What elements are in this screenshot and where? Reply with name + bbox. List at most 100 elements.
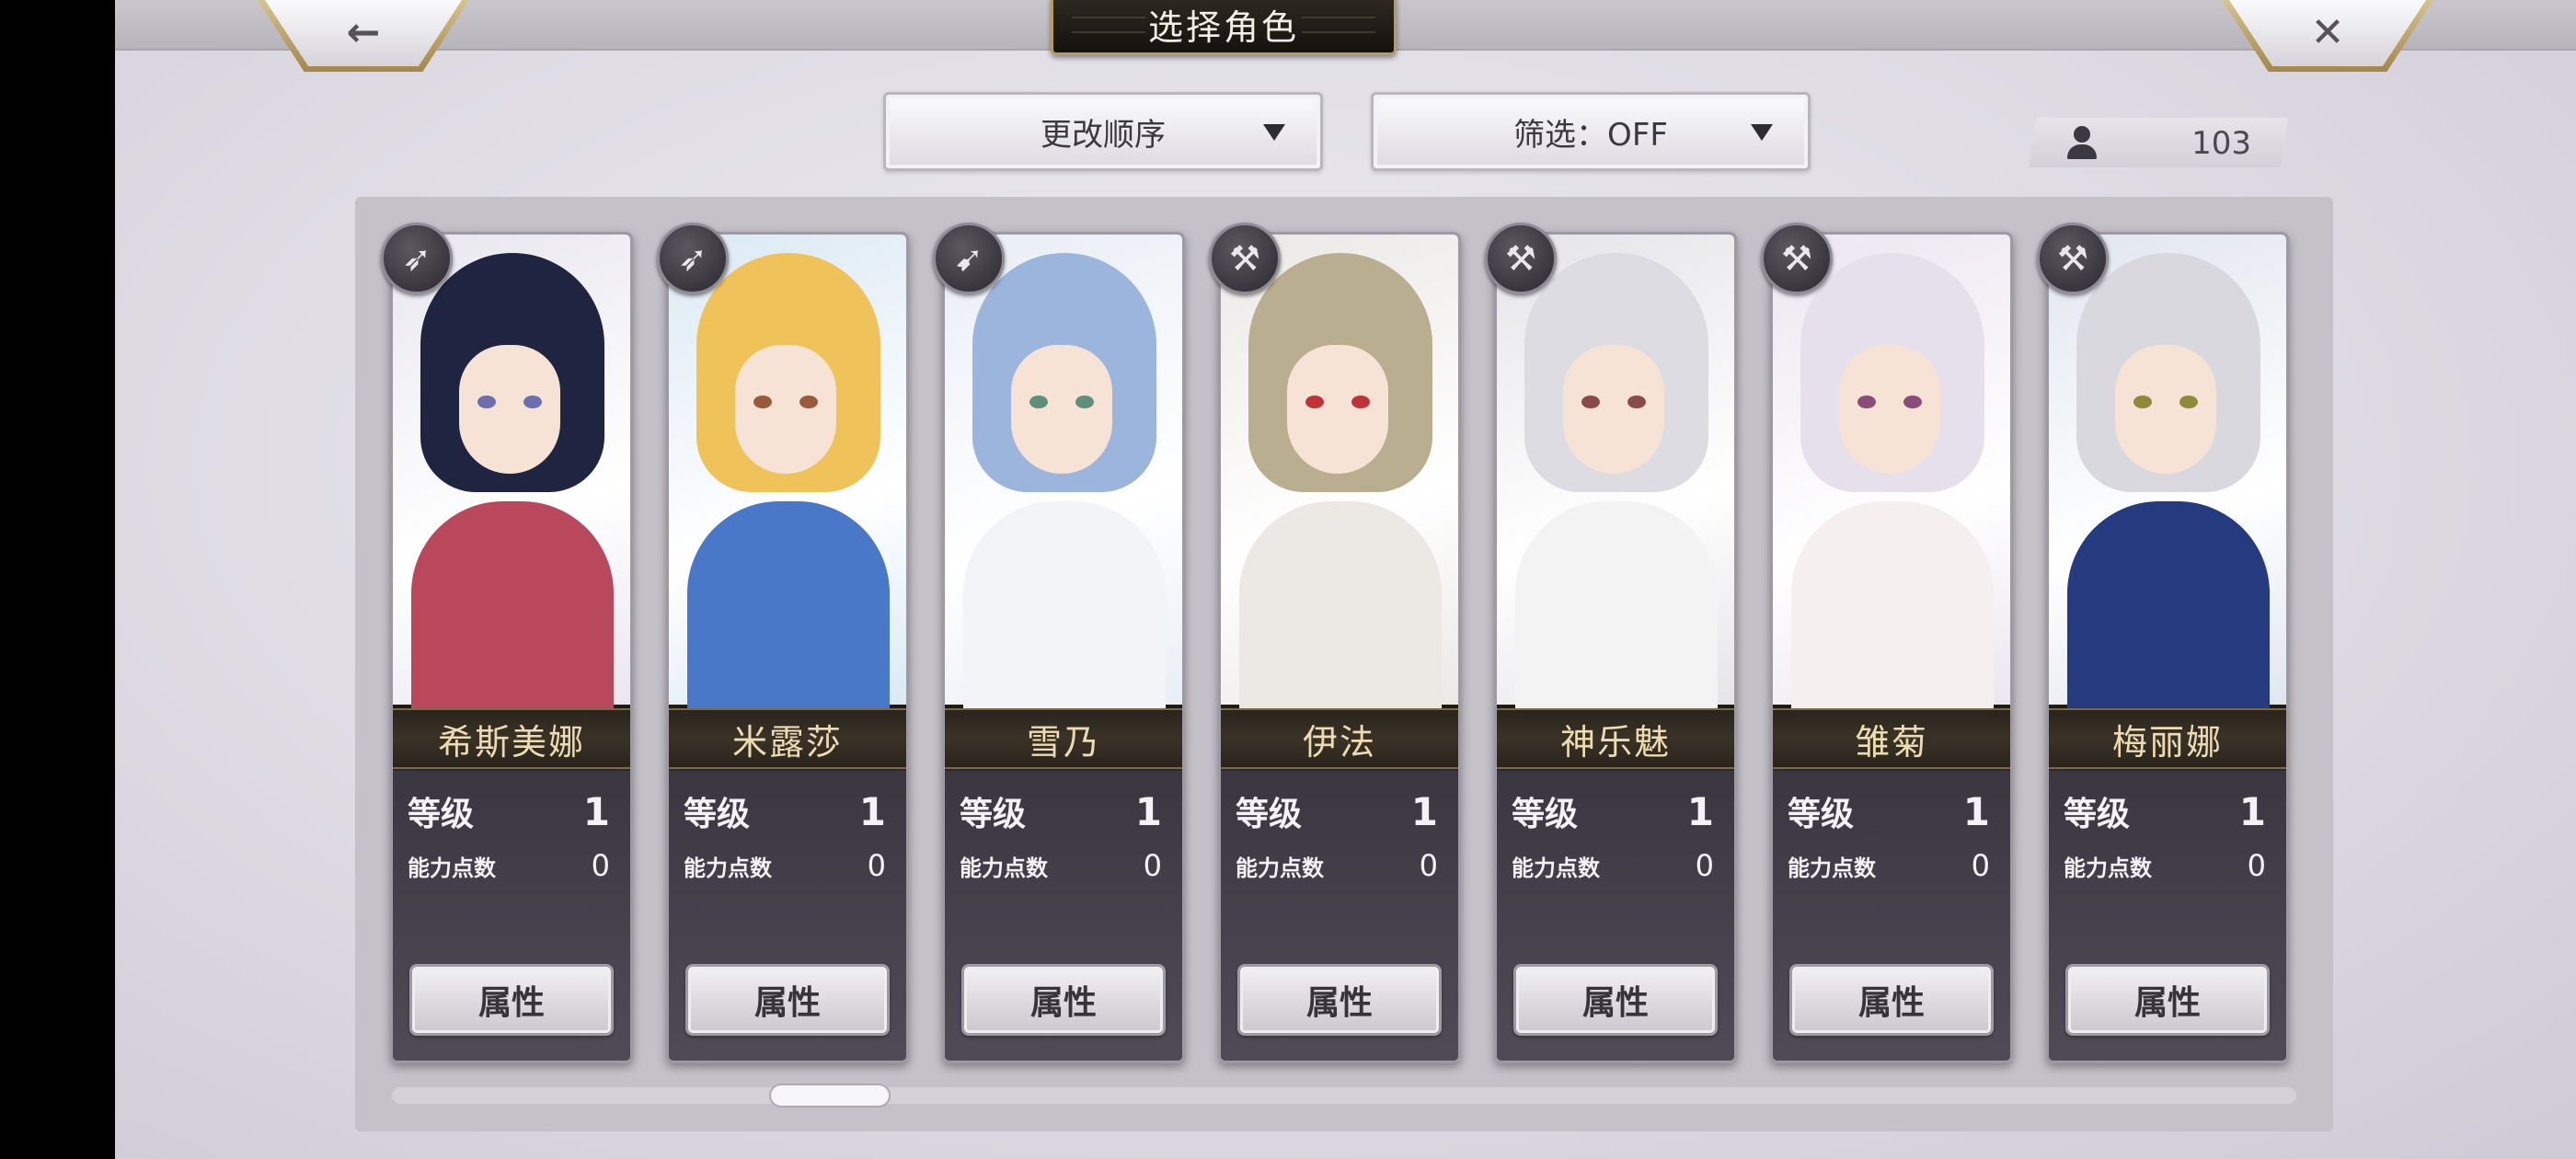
ability-points-label: 能力点数	[1512, 855, 1600, 881]
level-label: 等级	[1236, 796, 1303, 833]
filter-dropdown[interactable]: 筛选：OFF	[1371, 92, 1811, 171]
hammer-icon: ⚒	[1485, 223, 1557, 294]
character-stats: 等级 1 能力点数 0 属性	[2049, 771, 2286, 1061]
level-row: 等级 1	[684, 787, 886, 835]
character-portrait	[2049, 235, 2286, 713]
character-name: 神乐魅	[1559, 721, 1671, 763]
character-list-panel: ➶ 希斯美娜 等级 1 能力点数 0 属性 ➶ 米露莎 等级 1 能力点数 0 …	[355, 197, 2333, 1131]
level-value: 1	[858, 788, 886, 834]
character-name: 伊法	[1302, 721, 1376, 763]
hammer-icon: ⚒	[2037, 223, 2109, 294]
level-row: 等级 1	[1788, 787, 1990, 835]
character-card[interactable]: 伊法 等级 1 能力点数 0 属性	[1218, 232, 1461, 1063]
level-row: 等级 1	[408, 787, 610, 835]
attributes-button[interactable]: 属性	[2065, 964, 2270, 1036]
character-portrait	[945, 235, 1182, 713]
character-name-band: 希斯美娜	[393, 708, 630, 769]
character-card[interactable]: 梅丽娜 等级 1 能力点数 0 属性	[2046, 232, 2289, 1063]
level-value: 1	[1686, 788, 1714, 834]
back-button[interactable]: ←	[258, 0, 469, 72]
level-value: 1	[1410, 788, 1438, 834]
level-label: 等级	[1512, 796, 1579, 833]
chevron-down-icon	[1751, 124, 1773, 141]
screen-title-plate: 选择角色	[1051, 0, 1397, 55]
ability-points-value: 0	[867, 848, 886, 883]
ability-points-value: 0	[2247, 848, 2266, 883]
ability-points-label: 能力点数	[960, 855, 1048, 881]
character-stats: 等级 1 能力点数 0 属性	[393, 771, 630, 1061]
person-icon	[2065, 126, 2099, 161]
level-label: 等级	[684, 796, 751, 833]
ability-points-row: 能力点数 0	[1788, 848, 1990, 883]
level-value: 1	[582, 788, 610, 834]
sort-order-dropdown[interactable]: 更改顺序	[883, 92, 1323, 171]
level-row: 等级 1	[1236, 787, 1438, 835]
bow-icon: ➹	[933, 223, 1005, 294]
ability-points-label: 能力点数	[408, 855, 496, 881]
attributes-button-label: 属性	[1581, 984, 1649, 1022]
character-name: 米露莎	[731, 721, 843, 763]
ability-points-value: 0	[1971, 848, 1990, 883]
character-portrait	[1773, 235, 2010, 713]
ability-points-row: 能力点数 0	[408, 848, 610, 883]
close-button[interactable]: ✕	[2222, 0, 2433, 72]
ability-points-row: 能力点数 0	[1512, 848, 1714, 883]
character-name: 希斯美娜	[437, 721, 585, 763]
ability-points-label: 能力点数	[684, 855, 772, 881]
character-stats: 等级 1 能力点数 0 属性	[1773, 771, 2010, 1061]
level-row: 等级 1	[960, 787, 1162, 835]
character-portrait	[1497, 235, 1734, 713]
character-portrait	[1221, 235, 1458, 713]
character-name: 雏菊	[1854, 721, 1928, 763]
attributes-button[interactable]: 属性	[1513, 964, 1718, 1036]
character-card[interactable]: 雏菊 等级 1 能力点数 0 属性	[1770, 232, 2013, 1063]
chevron-down-icon	[1263, 124, 1285, 141]
ability-points-row: 能力点数 0	[1236, 848, 1438, 883]
attributes-button[interactable]: 属性	[1789, 964, 1994, 1036]
character-stats: 等级 1 能力点数 0 属性	[945, 771, 1182, 1061]
page-title: 选择角色	[1147, 7, 1299, 48]
level-value: 1	[2238, 788, 2266, 834]
character-card[interactable]: 神乐魅 等级 1 能力点数 0 属性	[1494, 232, 1737, 1063]
ability-points-row: 能力点数 0	[960, 848, 1162, 883]
character-stats: 等级 1 能力点数 0 属性	[669, 771, 906, 1061]
filter-label: 筛选：OFF	[1513, 116, 1668, 154]
back-arrow-icon: ←	[346, 9, 381, 56]
attributes-button[interactable]: 属性	[685, 964, 890, 1036]
horizontal-scrollbar[interactable]	[392, 1084, 2296, 1107]
hammer-icon: ⚒	[1761, 223, 1833, 294]
character-name-band: 神乐魅	[1497, 708, 1734, 769]
level-value: 1	[1962, 788, 1990, 834]
character-name-band: 伊法	[1221, 708, 1458, 769]
game-screen: ← 选择角色 ✕ 更改顺序 筛选：OFF 103 ➶ 希斯美娜 等级 1 能力点…	[115, 0, 2576, 1159]
character-card[interactable]: 希斯美娜 等级 1 能力点数 0 属性	[390, 232, 633, 1063]
spear-icon: ➶	[657, 223, 729, 294]
scrollbar-thumb[interactable]	[769, 1084, 891, 1107]
ability-points-value: 0	[1419, 848, 1438, 883]
character-stats: 等级 1 能力点数 0 属性	[1221, 771, 1458, 1061]
level-label: 等级	[408, 796, 475, 833]
character-stats: 等级 1 能力点数 0 属性	[1497, 771, 1734, 1061]
attributes-button[interactable]: 属性	[961, 964, 1166, 1036]
ability-points-value: 0	[591, 848, 610, 883]
character-card[interactable]: 米露莎 等级 1 能力点数 0 属性	[666, 232, 909, 1063]
ability-points-value: 0	[1695, 848, 1714, 883]
ability-points-value: 0	[1143, 848, 1162, 883]
attributes-button-label: 属性	[1305, 984, 1373, 1022]
attributes-button-label: 属性	[753, 984, 821, 1022]
ability-points-label: 能力点数	[1788, 855, 1876, 881]
attributes-button-label: 属性	[1029, 984, 1097, 1022]
attributes-button[interactable]: 属性	[409, 964, 614, 1036]
attributes-button-label: 属性	[477, 984, 545, 1022]
sort-order-label: 更改顺序	[1041, 116, 1166, 154]
character-count: 103	[2029, 118, 2288, 167]
character-name-band: 雪乃	[945, 708, 1182, 769]
spear-icon: ➶	[381, 223, 453, 294]
character-name: 雪乃	[1026, 721, 1100, 763]
character-portrait	[393, 235, 630, 713]
attributes-button[interactable]: 属性	[1237, 964, 1442, 1036]
character-card[interactable]: 雪乃 等级 1 能力点数 0 属性	[942, 232, 1185, 1063]
level-row: 等级 1	[2064, 787, 2266, 835]
level-value: 1	[1134, 788, 1162, 834]
close-icon: ✕	[2310, 9, 2345, 56]
